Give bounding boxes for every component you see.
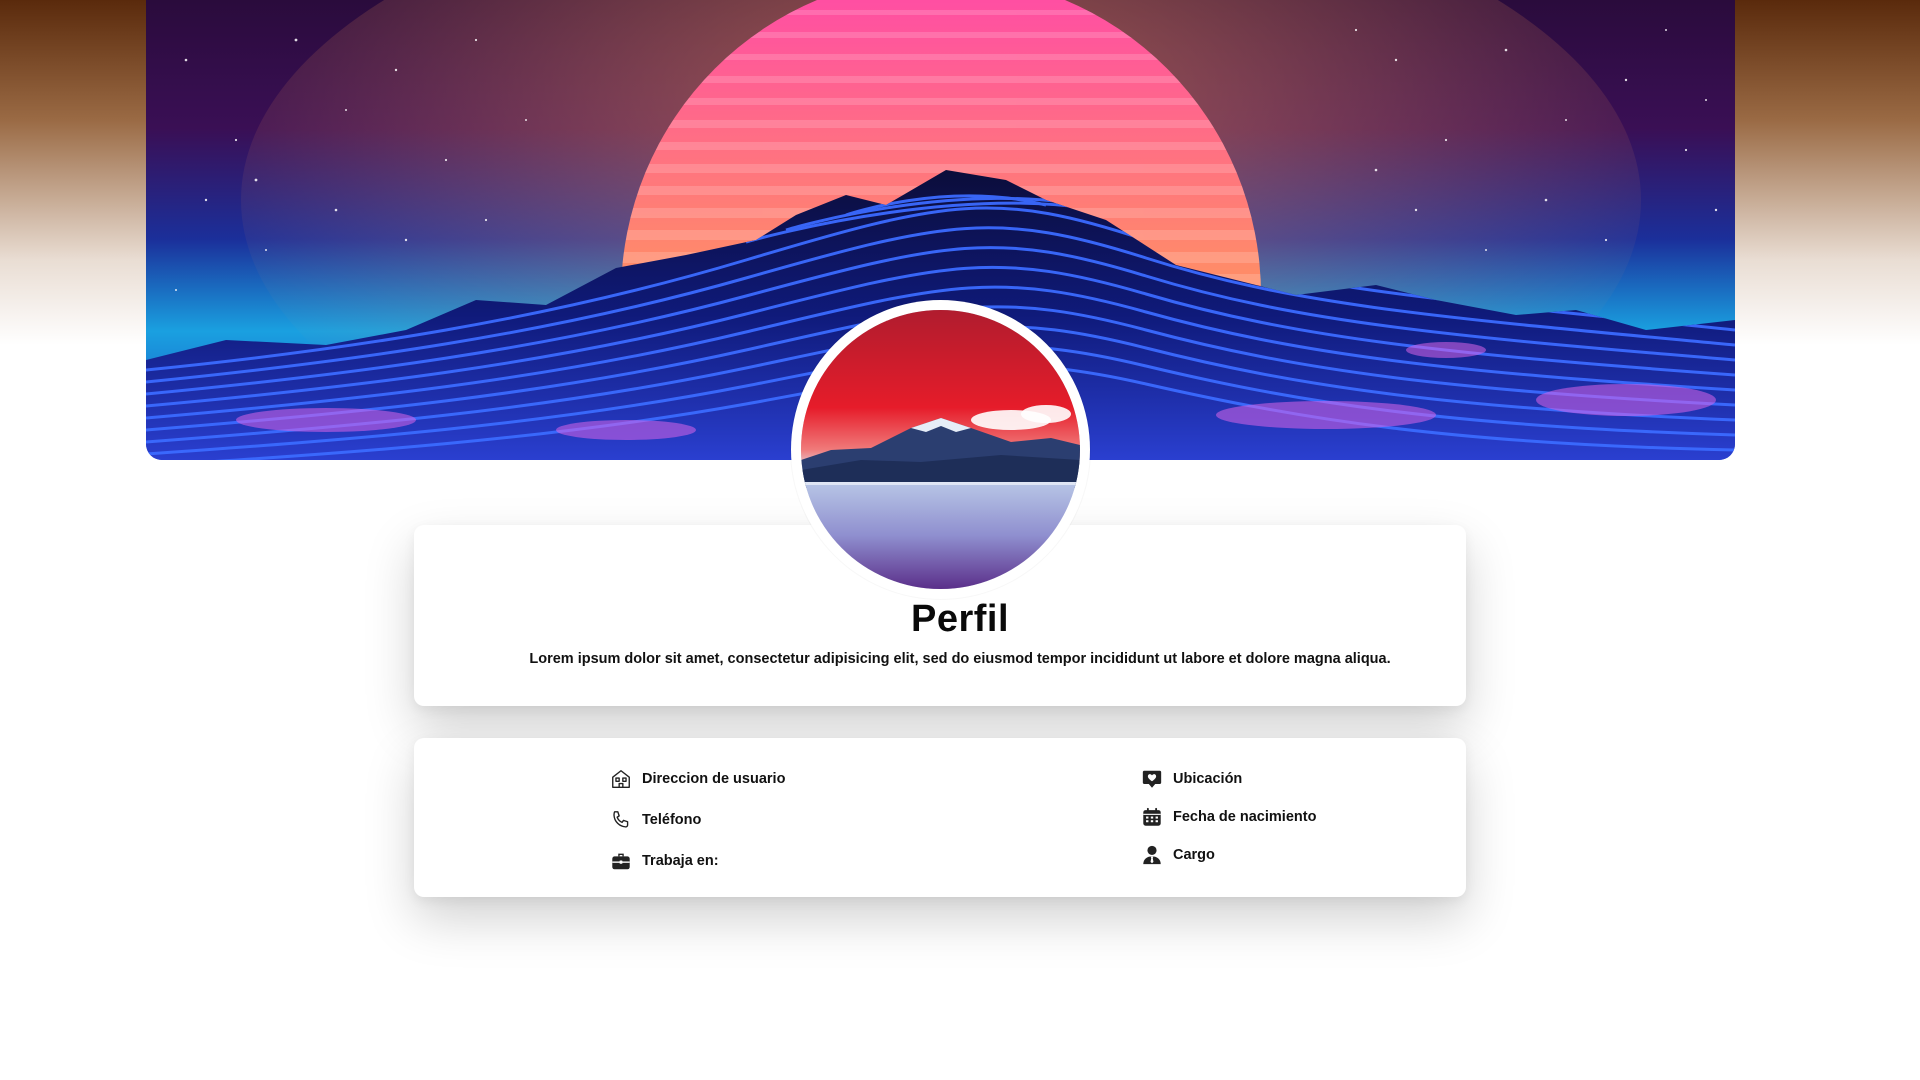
location-heart-icon — [1141, 768, 1163, 790]
info-item-phone: Teléfono — [610, 809, 701, 831]
info-label-position: Cargo — [1173, 847, 1215, 863]
profile-description: Lorem ipsum dolor sit amet, consectetur … — [529, 651, 1391, 667]
avatar-image — [801, 310, 1080, 589]
phone-icon — [610, 809, 632, 831]
info-item-workplace: Trabaja en: — [610, 850, 719, 872]
info-item-address: Direccion de usuario — [610, 768, 785, 790]
calendar-icon — [1141, 806, 1163, 828]
briefcase-icon — [610, 850, 632, 872]
house-icon — [610, 768, 632, 790]
info-label-workplace: Trabaja en: — [642, 853, 719, 869]
info-label-address: Direccion de usuario — [642, 771, 786, 787]
info-label-phone: Teléfono — [642, 812, 702, 828]
profile-avatar[interactable] — [791, 300, 1090, 599]
info-item-birthdate: Fecha de nacimiento — [1141, 806, 1316, 828]
info-label-birthdate: Fecha de nacimiento — [1173, 809, 1317, 825]
info-label-location: Ubicación — [1173, 771, 1243, 787]
info-item-location: Ubicación — [1141, 768, 1242, 790]
user-tie-icon — [1141, 844, 1163, 866]
info-item-position: Cargo — [1141, 844, 1215, 866]
page-title: Perfil — [910, 598, 1010, 640]
